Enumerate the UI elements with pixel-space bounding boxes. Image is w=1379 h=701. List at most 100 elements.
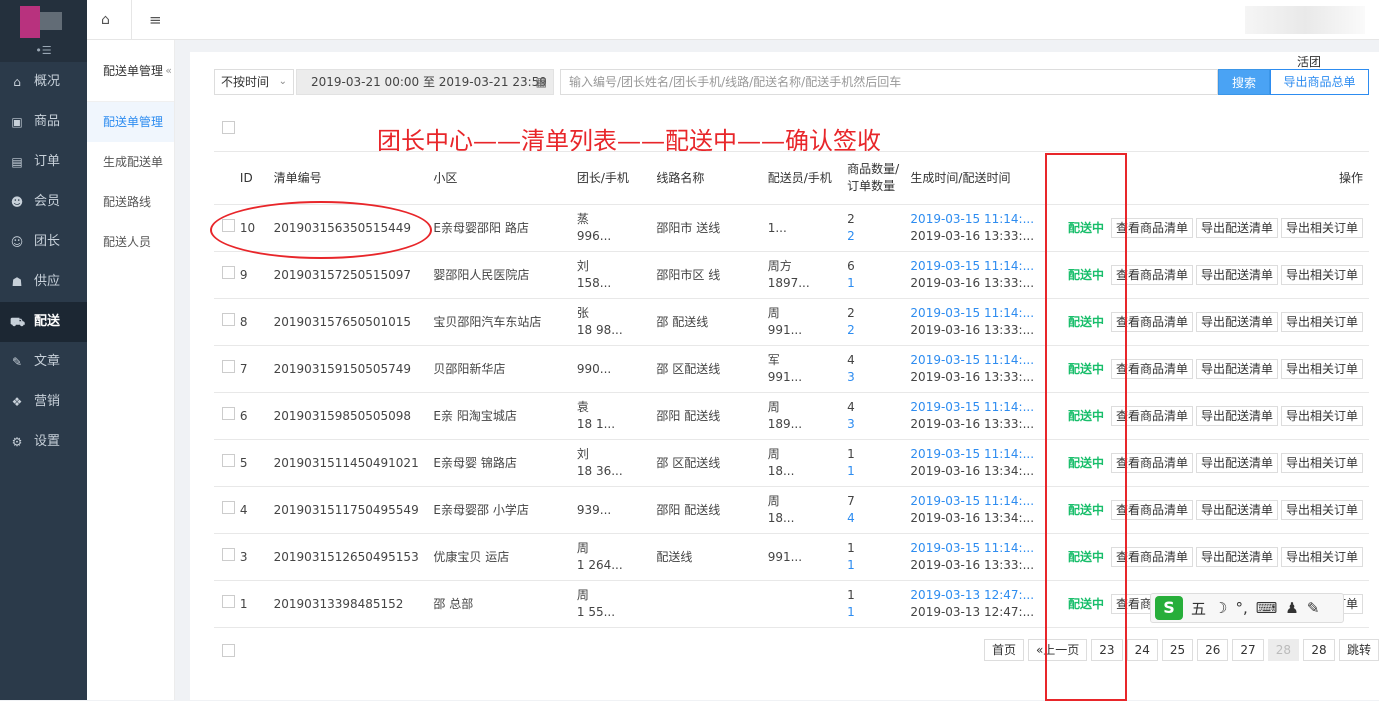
table-row[interactable]: 3 201903151265049515​3 优康宝贝 运店周 1 264... 配送… bbox=[214, 533, 1369, 581]
page-27-button[interactable]: 27 bbox=[1232, 639, 1264, 661]
order-count-link[interactable]: 4 bbox=[847, 510, 910, 527]
ime-moon-icon[interactable]: ☽ bbox=[1214, 599, 1227, 617]
ime-toolbar[interactable]: S 五 ☽ °, ⌨ ♟ ✎ bbox=[1150, 593, 1344, 623]
sidebar-item-order[interactable]: ▤ 订单 bbox=[0, 142, 87, 182]
row-operations: 查看商品清单导出配送清单导出相关订单 bbox=[1107, 392, 1369, 440]
export-delivery-list-button[interactable]: 导出配送清单 bbox=[1195, 547, 1278, 567]
ime-punct-icon[interactable]: °, bbox=[1235, 599, 1247, 617]
home-icon[interactable]: ⌂ bbox=[101, 12, 117, 28]
sidebar-item-gear[interactable]: ⚙ 设置 bbox=[0, 422, 87, 462]
order-count-link[interactable]: 1 bbox=[847, 463, 910, 480]
sub-nav-item[interactable]: 生成配送单 bbox=[87, 142, 174, 182]
rider-name: 周方 bbox=[767, 259, 792, 273]
date-range-input[interactable]: 2019-03-21 00:00 至 2019-03-21 23:59 ▦ bbox=[296, 69, 554, 95]
goods-quantity: 6 bbox=[847, 259, 855, 273]
order-count-link[interactable]: 2 bbox=[847, 228, 910, 245]
jump-button[interactable]: 跳转 bbox=[1338, 639, 1379, 661]
sub-nav-item[interactable]: 配送人员 bbox=[87, 222, 174, 262]
table-row[interactable]: 9 201903157250515097 婴邵阳人民医院店刘 158... 邵阳市区 … bbox=[214, 251, 1369, 299]
search-button[interactable]: 搜索 bbox=[1218, 69, 1270, 95]
page-26-button[interactable]: 26 bbox=[1197, 639, 1229, 661]
menu-icon[interactable]: ≡ bbox=[149, 12, 162, 28]
main-content: 不按时间 ⌄ 2019-03-21 00:00 至 2019-03-21 23:… bbox=[190, 52, 1379, 701]
order-count-link[interactable]: 3 bbox=[847, 369, 910, 386]
page-jump-input[interactable]: 28 bbox=[1302, 639, 1335, 661]
row-checkbox[interactable] bbox=[222, 454, 235, 467]
order-count-link[interactable]: 1 bbox=[847, 604, 910, 621]
ime-logo-icon[interactable]: S bbox=[1155, 596, 1183, 620]
export-orders-button[interactable]: 导出相关订单 bbox=[1280, 453, 1363, 473]
sidebar-item-label: 概况 bbox=[34, 74, 61, 89]
export-orders-button[interactable]: 导出相关订单 bbox=[1280, 406, 1363, 426]
collapse-subnav-icon[interactable]: « bbox=[165, 40, 172, 102]
export-orders-button[interactable]: 导出相关订单 bbox=[1280, 547, 1363, 567]
row-checkbox[interactable] bbox=[222, 501, 235, 514]
ime-wrench-icon[interactable]: ✎ bbox=[1307, 599, 1320, 617]
sidebar-item-truck[interactable]: ⛟ 配送 bbox=[0, 302, 87, 342]
export-orders-button[interactable]: 导出相关订单 bbox=[1280, 265, 1363, 285]
sidebar-item-home[interactable]: ⌂ 概况 bbox=[0, 62, 87, 102]
row-checkbox[interactable] bbox=[222, 360, 235, 373]
created-time-link[interactable]: 2019-03-15 11:14:... bbox=[910, 211, 1038, 228]
select-all-checkbox-bottom[interactable] bbox=[222, 644, 235, 657]
table-row[interactable]: 6 201903159850505098 E亲 阳淘宝城店袁 18 1... 邵阳 配送… bbox=[214, 392, 1369, 440]
export-orders-button[interactable]: 导出相关订单 bbox=[1280, 500, 1363, 520]
order-count-link[interactable]: 3 bbox=[847, 416, 910, 433]
created-time-link[interactable]: 2019-03-15 11:14:... bbox=[910, 493, 1038, 510]
sub-nav-item[interactable]: 配送路线 bbox=[87, 182, 174, 222]
table-row[interactable]: 5 201903151145049102​1 E亲母婴 锦路店刘 18 36... 邵 … bbox=[214, 439, 1369, 487]
row-checkbox[interactable] bbox=[222, 595, 235, 608]
order-count-link[interactable]: 2 bbox=[847, 322, 910, 339]
ime-keyboard-icon[interactable]: ⌨ bbox=[1256, 599, 1278, 617]
first-page-button[interactable]: 首页 bbox=[983, 639, 1024, 661]
export-orders-button[interactable]: 导出相关订单 bbox=[1280, 218, 1363, 238]
goods-quantity: 4 bbox=[847, 400, 855, 414]
created-time-link[interactable]: 2019-03-15 11:14:... bbox=[910, 540, 1038, 557]
row-checkbox[interactable] bbox=[222, 407, 235, 420]
table-row[interactable]: 8 201903157650501015 宝贝邵阳汽车东站店张 18 98... 邵 … bbox=[214, 298, 1369, 346]
export-delivery-list-button[interactable]: 导出配送清单 bbox=[1195, 500, 1278, 520]
sub-nav-item[interactable]: 配送单管理 bbox=[87, 102, 174, 142]
sidebar-item-supply[interactable]: ☗ 供应 bbox=[0, 262, 87, 302]
created-time-link[interactable]: 2019-03-15 11:14:... bbox=[910, 258, 1038, 275]
created-time-link[interactable]: 2019-03-15 11:14:... bbox=[910, 399, 1038, 416]
page-25-button[interactable]: 25 bbox=[1161, 639, 1194, 661]
export-delivery-list-button[interactable]: 导出配送清单 bbox=[1195, 453, 1278, 473]
table-row[interactable]: 7 201903159150505749 贝邵阳新华店 990... 邵 区配送线军 … bbox=[214, 345, 1369, 393]
row-checkbox[interactable] bbox=[222, 266, 235, 279]
sidebar-item-leader[interactable]: ☺ 团长 bbox=[0, 222, 87, 262]
sidebar-item-user[interactable]: ☻ 会员 bbox=[0, 182, 87, 222]
chevron-down-icon: ⌄ bbox=[278, 76, 287, 87]
export-delivery-list-button[interactable]: 导出配送清单 bbox=[1195, 359, 1278, 379]
created-time-link[interactable]: 2019-03-15 11:14:... bbox=[910, 305, 1038, 322]
ime-user-icon[interactable]: ♟ bbox=[1285, 599, 1298, 617]
order-count-link[interactable]: 1 bbox=[847, 557, 910, 574]
sidebar-collapse-button[interactable]: •☰ bbox=[0, 40, 87, 62]
sidebar-item-box[interactable]: ▣ 商品 bbox=[0, 102, 87, 142]
created-time-link[interactable]: 2019-03-15 11:14:... bbox=[910, 446, 1038, 463]
row-id: 1 bbox=[239, 580, 274, 628]
sidebar-item-article[interactable]: ✎ 文章 bbox=[0, 342, 87, 382]
export-delivery-list-button[interactable]: 导出配送清单 bbox=[1195, 265, 1278, 285]
export-delivery-list-button[interactable]: 导出配送清单 bbox=[1195, 406, 1278, 426]
table-row[interactable]: 4 201903151175049554​9 E亲母婴邵 小学店 939... 邵阳 配… bbox=[214, 486, 1369, 534]
created-time-link[interactable]: 2019-03-15 11:14:... bbox=[910, 352, 1038, 369]
export-delivery-list-button[interactable]: 导出配送清单 bbox=[1195, 218, 1278, 238]
export-orders-button[interactable]: 导出相关订单 bbox=[1280, 312, 1363, 332]
export-orders-button[interactable]: 导出相关订单 bbox=[1280, 359, 1363, 379]
delivery-time: 2019-03-16 13:33:... bbox=[910, 558, 1035, 572]
export-goods-summary-button[interactable]: 导出商品总单 bbox=[1270, 69, 1369, 95]
ime-wubi-icon[interactable]: 五 bbox=[1191, 598, 1206, 619]
row-checkbox[interactable] bbox=[222, 313, 235, 326]
page-24-button[interactable]: 24 bbox=[1126, 639, 1158, 661]
export-delivery-list-button[interactable]: 导出配送清单 bbox=[1195, 312, 1278, 332]
select-all-checkbox[interactable] bbox=[222, 121, 235, 134]
sidebar-item-gift[interactable]: ❖ 营销 bbox=[0, 382, 87, 422]
time-filter-select[interactable]: 不按时间 ⌄ bbox=[214, 69, 294, 95]
header-leader: 团长/手机 bbox=[576, 151, 657, 205]
user-area[interactable] bbox=[1245, 6, 1365, 34]
order-count-link[interactable]: 1 bbox=[847, 275, 910, 292]
created-time-link[interactable]: 2019-03-13 12:47:... bbox=[910, 587, 1038, 604]
row-checkbox[interactable] bbox=[222, 548, 235, 561]
search-input[interactable]: 输入编号/团长姓名/团长手机/线路/配送名称/配送手机然后回车 bbox=[560, 69, 1218, 95]
